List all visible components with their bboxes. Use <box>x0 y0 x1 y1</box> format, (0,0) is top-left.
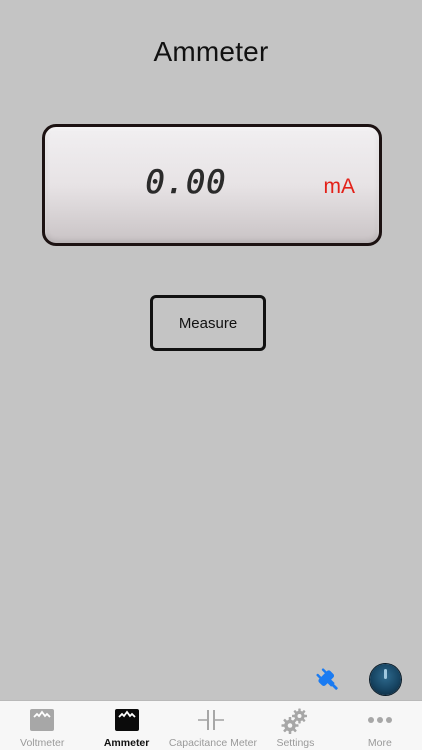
gears-icon <box>281 708 308 734</box>
tab-more[interactable]: More <box>338 701 422 750</box>
meter-icon <box>114 709 139 731</box>
tab-label: Ammeter <box>103 737 150 749</box>
knob-icon[interactable] <box>370 664 401 695</box>
tab-label: Voltmeter <box>20 737 65 749</box>
plug-icon[interactable] <box>314 666 342 694</box>
meter-reading: 0.00 <box>145 163 227 202</box>
ellipsis-icon <box>367 717 392 723</box>
meter-display: 0.00 mA <box>42 124 382 246</box>
measure-button[interactable]: Measure <box>150 295 266 351</box>
meter-unit: mA <box>323 175 356 198</box>
page-title: Ammeter <box>153 36 269 67</box>
capacitor-icon <box>198 710 225 730</box>
tab-ammeter[interactable]: Ammeter <box>84 701 168 750</box>
tab-voltmeter[interactable]: Voltmeter <box>0 701 84 750</box>
tab-label: More <box>367 737 392 749</box>
app-screen: Ammeter 0.00 mA Measure Voltmeter Ammete… <box>0 0 422 750</box>
tab-label: Settings <box>276 737 315 749</box>
tab-bar: Voltmeter Ammeter Capacitance Meter Sett… <box>0 700 422 750</box>
meter-icon <box>30 709 55 731</box>
tab-settings[interactable]: Settings <box>253 701 337 750</box>
tab-label: Capacitance Meter <box>168 737 257 749</box>
tab-capacitance-meter[interactable]: Capacitance Meter <box>168 701 257 750</box>
